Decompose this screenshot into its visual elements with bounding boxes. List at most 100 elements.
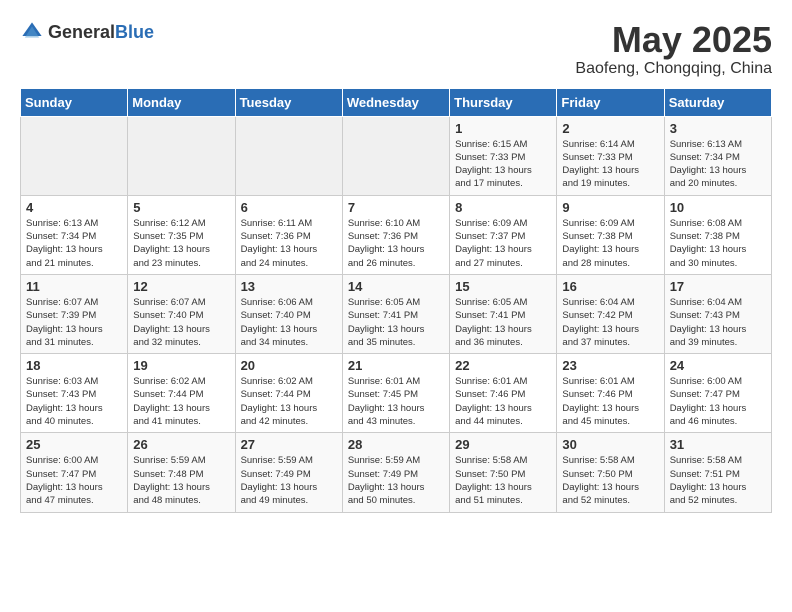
table-row: 7 Sunrise: 6:10 AM Sunset: 7:36 PM Daylig… — [342, 195, 449, 274]
day-number: 9 — [562, 200, 658, 215]
day-info: Sunrise: 6:08 AM Sunset: 7:38 PM Dayligh… — [670, 217, 766, 270]
day-number: 20 — [241, 358, 337, 373]
day-info: Sunrise: 6:10 AM Sunset: 7:36 PM Dayligh… — [348, 217, 444, 270]
table-row: 4Sunrise: 6:13 AM Sunset: 7:34 PM Daylig… — [21, 195, 128, 274]
table-row — [128, 116, 235, 195]
calendar-week-row: 1Sunrise: 6:15 AM Sunset: 7:33 PM Daylig… — [21, 116, 772, 195]
table-row: 15 Sunrise: 6:05 AM Sunset: 7:41 PM Dayli… — [450, 274, 557, 353]
day-info: Sunrise: 6:01 AM Sunset: 7:46 PM Dayligh… — [455, 375, 551, 428]
day-info: Sunrise: 6:15 AM Sunset: 7:33 PM Dayligh… — [455, 138, 551, 191]
table-row: 13Sunrise: 6:06 AM Sunset: 7:40 PM Dayli… — [235, 274, 342, 353]
table-row: 22 Sunrise: 6:01 AM Sunset: 7:46 PM Dayli… — [450, 354, 557, 433]
day-info: Sunrise: 5:58 AM Sunset: 7:50 PM Dayligh… — [455, 454, 551, 507]
day-number: 31 — [670, 437, 766, 452]
table-row: 1Sunrise: 6:15 AM Sunset: 7:33 PM Daylig… — [450, 116, 557, 195]
day-number: 10 — [670, 200, 766, 215]
day-number: 27 — [241, 437, 337, 452]
day-number: 28 — [348, 437, 444, 452]
day-number: 7 — [348, 200, 444, 215]
day-info: Sunrise: 6:13 AM Sunset: 7:34 PM Dayligh… — [670, 138, 766, 191]
table-row: 9 Sunrise: 6:09 AM Sunset: 7:38 PM Daylig… — [557, 195, 664, 274]
table-row: 23 Sunrise: 6:01 AM Sunset: 7:46 PM Dayli… — [557, 354, 664, 433]
day-info: Sunrise: 6:09 AM Sunset: 7:37 PM Dayligh… — [455, 217, 551, 270]
day-number: 25 — [26, 437, 122, 452]
day-number: 17 — [670, 279, 766, 294]
day-info: Sunrise: 6:04 AM Sunset: 7:43 PM Dayligh… — [670, 296, 766, 349]
day-number: 13 — [241, 279, 337, 294]
table-row: 28 Sunrise: 5:59 AM Sunset: 7:49 PM Dayli… — [342, 433, 449, 512]
day-number: 16 — [562, 279, 658, 294]
title-area: May 2025 Baofeng, Chongqing, China — [575, 20, 772, 78]
calendar-week-row: 25 Sunrise: 6:00 AM Sunset: 7:47 PM Dayli… — [21, 433, 772, 512]
day-number: 8 — [455, 200, 551, 215]
header-thursday: Thursday — [450, 88, 557, 116]
table-row: 24 Sunrise: 6:00 AM Sunset: 7:47 PM Dayli… — [664, 354, 771, 433]
calendar-subtitle: Baofeng, Chongqing, China — [575, 60, 772, 78]
table-row — [235, 116, 342, 195]
day-number: 2 — [562, 121, 658, 136]
table-row: 6 Sunrise: 6:11 AM Sunset: 7:36 PM Daylig… — [235, 195, 342, 274]
day-info: Sunrise: 6:00 AM Sunset: 7:47 PM Dayligh… — [26, 454, 122, 507]
calendar-table: Sunday Monday Tuesday Wednesday Thursday… — [20, 88, 772, 513]
day-info: Sunrise: 5:59 AM Sunset: 7:49 PM Dayligh… — [241, 454, 337, 507]
header: GeneralBlue May 2025 Baofeng, Chongqing,… — [20, 20, 772, 78]
logo-text: GeneralBlue — [48, 22, 154, 43]
day-info: Sunrise: 5:58 AM Sunset: 7:51 PM Dayligh… — [670, 454, 766, 507]
table-row: 25 Sunrise: 6:00 AM Sunset: 7:47 PM Dayli… — [21, 433, 128, 512]
table-row: 12 Sunrise: 6:07 AM Sunset: 7:40 PM Dayli… — [128, 274, 235, 353]
table-row: 31 Sunrise: 5:58 AM Sunset: 7:51 PM Dayli… — [664, 433, 771, 512]
table-row: 19Sunrise: 6:02 AM Sunset: 7:44 PM Dayli… — [128, 354, 235, 433]
day-number: 6 — [241, 200, 337, 215]
day-info: Sunrise: 6:11 AM Sunset: 7:36 PM Dayligh… — [241, 217, 337, 270]
table-row: 27 Sunrise: 5:59 AM Sunset: 7:49 PM Dayli… — [235, 433, 342, 512]
header-monday: Monday — [128, 88, 235, 116]
table-row: 26Sunrise: 5:59 AM Sunset: 7:48 PM Dayli… — [128, 433, 235, 512]
day-number: 3 — [670, 121, 766, 136]
table-row: 5Sunrise: 6:12 AM Sunset: 7:35 PM Daylig… — [128, 195, 235, 274]
table-row: 18Sunrise: 6:03 AM Sunset: 7:43 PM Dayli… — [21, 354, 128, 433]
table-row: 21Sunrise: 6:01 AM Sunset: 7:45 PM Dayli… — [342, 354, 449, 433]
table-row: 29Sunrise: 5:58 AM Sunset: 7:50 PM Dayli… — [450, 433, 557, 512]
table-row: 14Sunrise: 6:05 AM Sunset: 7:41 PM Dayli… — [342, 274, 449, 353]
day-info: Sunrise: 6:01 AM Sunset: 7:46 PM Dayligh… — [562, 375, 658, 428]
day-info: Sunrise: 6:03 AM Sunset: 7:43 PM Dayligh… — [26, 375, 122, 428]
day-number: 30 — [562, 437, 658, 452]
day-info: Sunrise: 6:00 AM Sunset: 7:47 PM Dayligh… — [670, 375, 766, 428]
day-number: 12 — [133, 279, 229, 294]
day-info: Sunrise: 5:58 AM Sunset: 7:50 PM Dayligh… — [562, 454, 658, 507]
header-tuesday: Tuesday — [235, 88, 342, 116]
table-row — [21, 116, 128, 195]
weekday-header-row: Sunday Monday Tuesday Wednesday Thursday… — [21, 88, 772, 116]
day-number: 24 — [670, 358, 766, 373]
day-number: 22 — [455, 358, 551, 373]
day-info: Sunrise: 6:05 AM Sunset: 7:41 PM Dayligh… — [348, 296, 444, 349]
day-info: Sunrise: 6:05 AM Sunset: 7:41 PM Dayligh… — [455, 296, 551, 349]
header-saturday: Saturday — [664, 88, 771, 116]
day-info: Sunrise: 6:02 AM Sunset: 7:44 PM Dayligh… — [241, 375, 337, 428]
table-row: 17 Sunrise: 6:04 AM Sunset: 7:43 PM Dayli… — [664, 274, 771, 353]
day-number: 23 — [562, 358, 658, 373]
day-number: 11 — [26, 279, 122, 294]
day-info: Sunrise: 6:07 AM Sunset: 7:40 PM Dayligh… — [133, 296, 229, 349]
calendar-title: May 2025 — [575, 20, 772, 60]
day-info: Sunrise: 6:14 AM Sunset: 7:33 PM Dayligh… — [562, 138, 658, 191]
calendar-week-row: 11 Sunrise: 6:07 AM Sunset: 7:39 PM Dayli… — [21, 274, 772, 353]
day-info: Sunrise: 6:02 AM Sunset: 7:44 PM Dayligh… — [133, 375, 229, 428]
day-info: Sunrise: 6:07 AM Sunset: 7:39 PM Dayligh… — [26, 296, 122, 349]
day-number: 26 — [133, 437, 229, 452]
day-number: 21 — [348, 358, 444, 373]
day-number: 5 — [133, 200, 229, 215]
table-row: 11 Sunrise: 6:07 AM Sunset: 7:39 PM Dayli… — [21, 274, 128, 353]
day-info: Sunrise: 6:09 AM Sunset: 7:38 PM Dayligh… — [562, 217, 658, 270]
table-row: 20 Sunrise: 6:02 AM Sunset: 7:44 PM Dayli… — [235, 354, 342, 433]
logo-icon — [20, 20, 44, 44]
day-number: 15 — [455, 279, 551, 294]
day-info: Sunrise: 5:59 AM Sunset: 7:49 PM Dayligh… — [348, 454, 444, 507]
header-wednesday: Wednesday — [342, 88, 449, 116]
header-sunday: Sunday — [21, 88, 128, 116]
calendar-week-row: 4Sunrise: 6:13 AM Sunset: 7:34 PM Daylig… — [21, 195, 772, 274]
logo: GeneralBlue — [20, 20, 154, 44]
day-info: Sunrise: 6:04 AM Sunset: 7:42 PM Dayligh… — [562, 296, 658, 349]
calendar-week-row: 18Sunrise: 6:03 AM Sunset: 7:43 PM Dayli… — [21, 354, 772, 433]
table-row: 10 Sunrise: 6:08 AM Sunset: 7:38 PM Dayli… — [664, 195, 771, 274]
